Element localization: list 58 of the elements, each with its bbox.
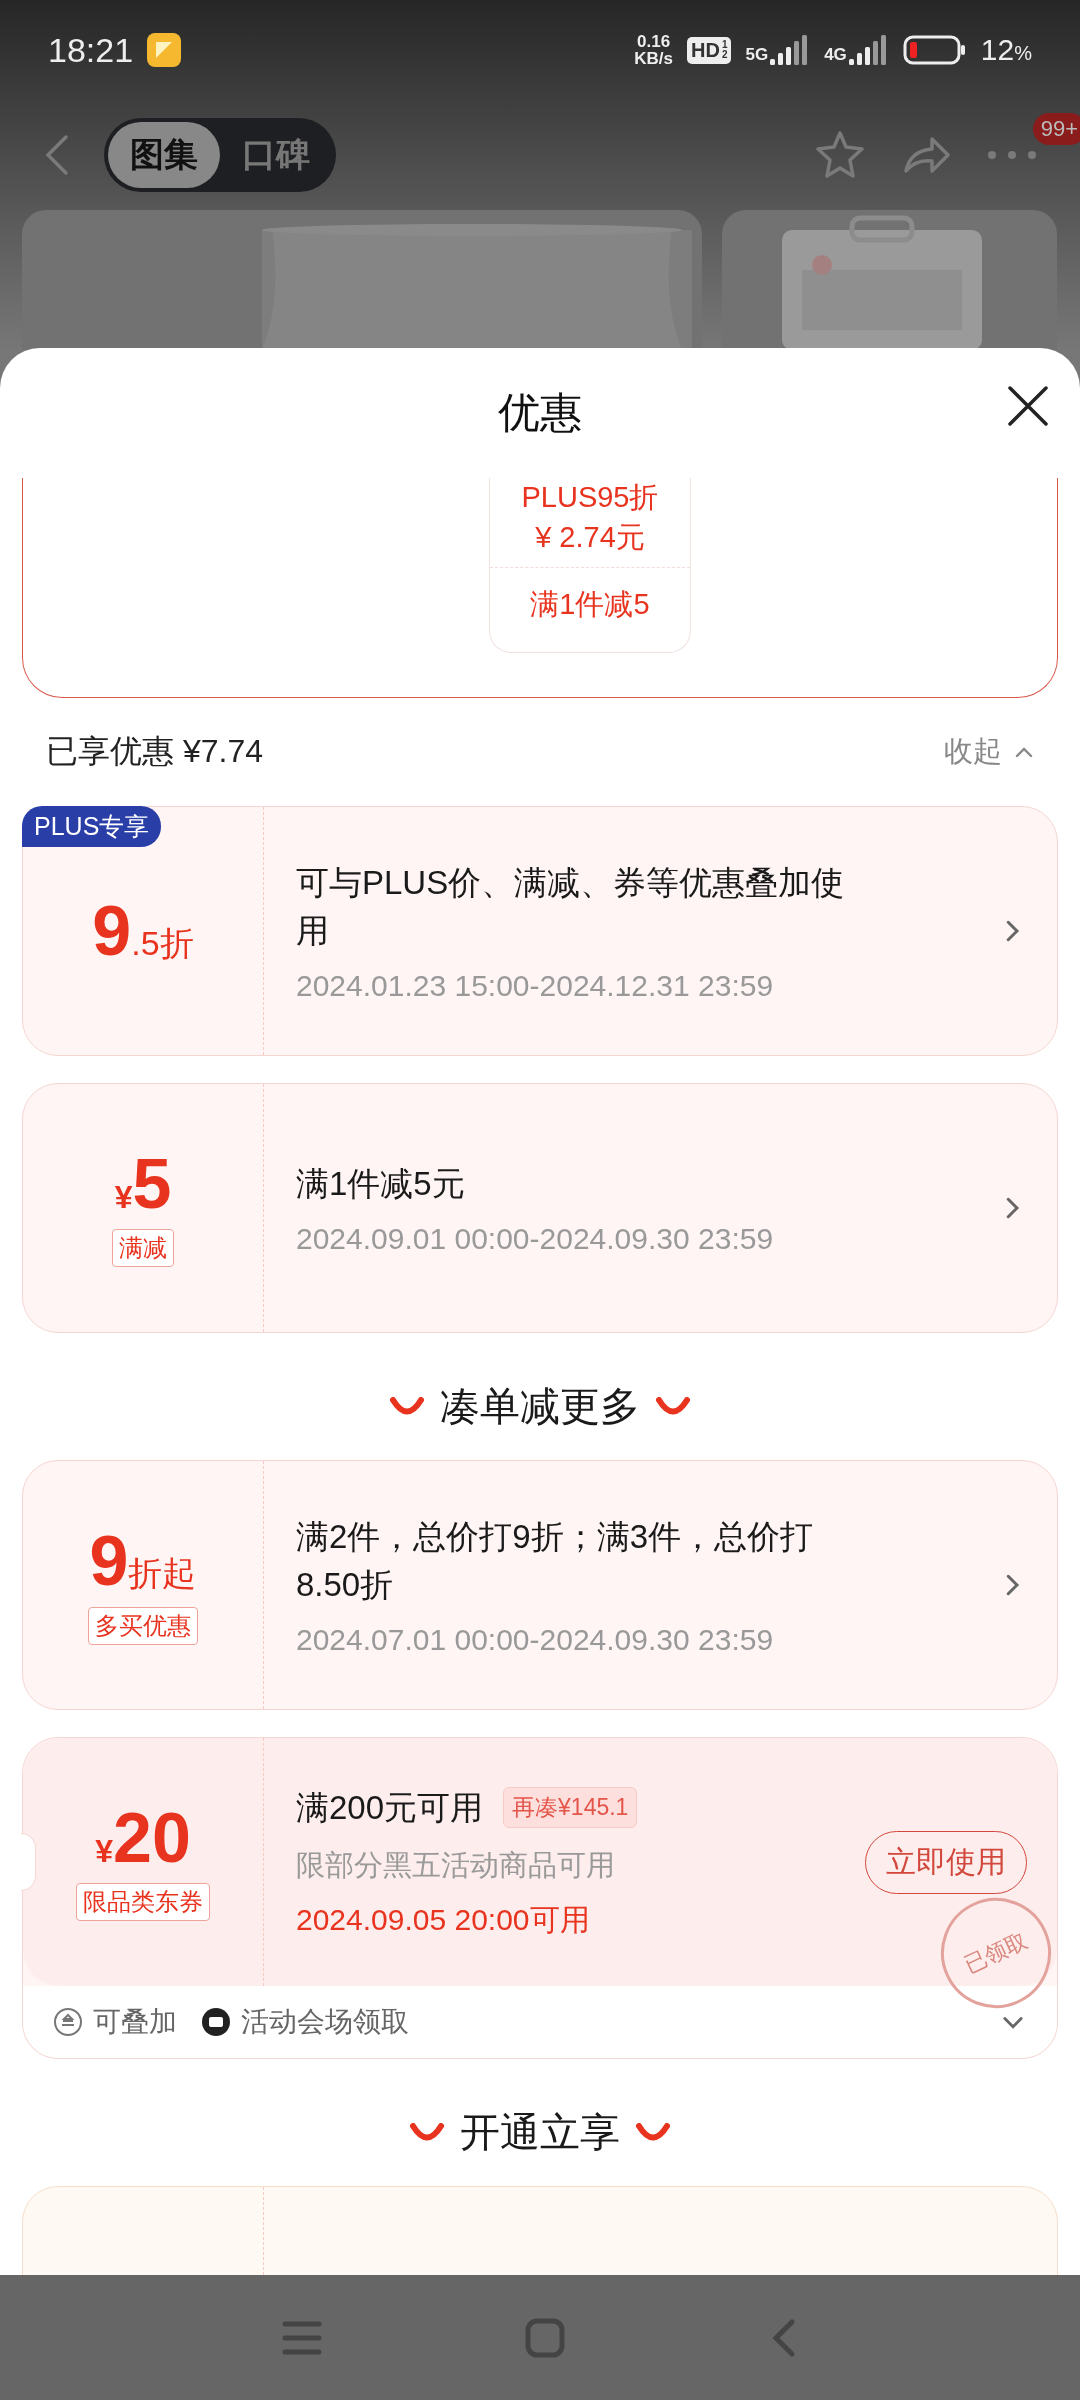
currency-symbol: ¥	[114, 1179, 133, 1216]
coupon-card[interactable]: 9折起 多买优惠 满2件，总价打9折；满3件，总价打8.50折 2024.07.01 00:00-2024.09.30 23:59	[22, 1460, 1058, 1710]
net-speed-unit: KB/s	[634, 50, 673, 67]
coupon-feature: 可叠加	[53, 2003, 177, 2041]
battery-icon	[902, 34, 967, 66]
reduction-line: 满1件减5	[530, 587, 650, 622]
smile-arc-icon	[410, 2123, 444, 2141]
currency-symbol: ¥	[95, 1833, 113, 1870]
savings-total: 已享优惠 ¥7.74	[46, 732, 263, 771]
sheet-title: 优惠	[498, 388, 582, 438]
coupon-title: 满2件，总价打9折；满3件，总价打8.50折	[296, 1517, 815, 1605]
signal-icon	[848, 35, 889, 65]
battery-percent: 12%	[980, 33, 1032, 67]
coupon-date: 2024.01.23 15:00-2024.12.31 23:59	[296, 969, 775, 1003]
view-tab[interactable]: 图集	[108, 122, 220, 188]
coupon-tag: 满减	[112, 1229, 174, 1267]
discount-unit: .5折	[131, 922, 194, 964]
smile-arc-icon	[656, 1397, 690, 1415]
stack-icon	[53, 2007, 83, 2037]
coupon-card[interactable]: ¥5 满减 满1件减5元 2024.09.01 00:00-2024.09.30 23:59	[22, 1083, 1058, 1333]
home-button[interactable]	[525, 2317, 565, 2358]
discount-value: 9	[92, 895, 132, 966]
smile-arc-icon	[390, 1397, 424, 1415]
coupon-notch	[21, 1833, 36, 1891]
view-tab[interactable]: 口碑	[220, 122, 332, 188]
coupon-date: 2024.09.01 00:00-2024.09.30 23:59	[296, 1222, 775, 1256]
discount-value: 9	[89, 1525, 129, 1596]
ticket-icon	[201, 2007, 231, 2037]
coupon-tag: 限品类东券	[76, 1883, 210, 1921]
section-heading: 开通立享	[460, 2108, 620, 2156]
coupon-title: 可与PLUS价、满减、券等优惠叠加使用	[296, 863, 846, 951]
remaining-amount-badge: 再凑¥145.1	[503, 1787, 638, 1828]
section-heading: 凑单减更多	[440, 1382, 640, 1430]
coupon-tag: 多买优惠	[88, 1606, 198, 1645]
coupon-title: 满1件减5元	[296, 1164, 465, 1204]
close-button[interactable]	[1006, 384, 1050, 428]
discount-line: PLUS95折	[521, 480, 659, 515]
coupon-card[interactable]: 9.5折 可与PLUS价、满减、券等优惠叠加使用 2024.01.23 15:00-2024.12.31 23:59 PLUS专享	[22, 806, 1058, 1056]
net-speed-value: 0.16	[637, 33, 671, 50]
network-type: 4G	[824, 45, 847, 65]
menu-button[interactable]	[281, 2319, 322, 2356]
collapse-button[interactable]: 收起	[944, 732, 1036, 772]
coupon-feature: 活动会场领取	[201, 2003, 409, 2041]
coupon-title: 满200元可用	[296, 1787, 484, 1828]
status-time: 18:21	[48, 30, 134, 70]
smile-arc-icon	[636, 2123, 670, 2141]
coupon-date: 2024.07.01 00:00-2024.09.30 23:59	[296, 1623, 775, 1657]
network-type: 5G	[745, 45, 769, 65]
notification-icon	[147, 33, 182, 67]
message-count-badge: 99+	[1032, 113, 1080, 145]
discount-line: ¥ 2.74元	[535, 520, 645, 555]
coupon-scope: 限部分黑五活动商品可用	[296, 1847, 616, 1883]
coupon-card[interactable]: ¥20 限品类东券 满200元可用 再凑¥145.1 限部分黑五活动商品可用 2024.09.05 20:00可用 立即使用 已领取 可叠加 活动会场领取	[22, 1737, 1058, 2059]
plus-ribbon: PLUS专享	[22, 806, 162, 847]
discount-value: 20	[112, 1803, 191, 1873]
available-time: 2024.09.05 20:00可用	[296, 1901, 591, 1938]
discount-value: 5	[132, 1149, 172, 1219]
discount-unit: 折起	[128, 1553, 197, 1594]
